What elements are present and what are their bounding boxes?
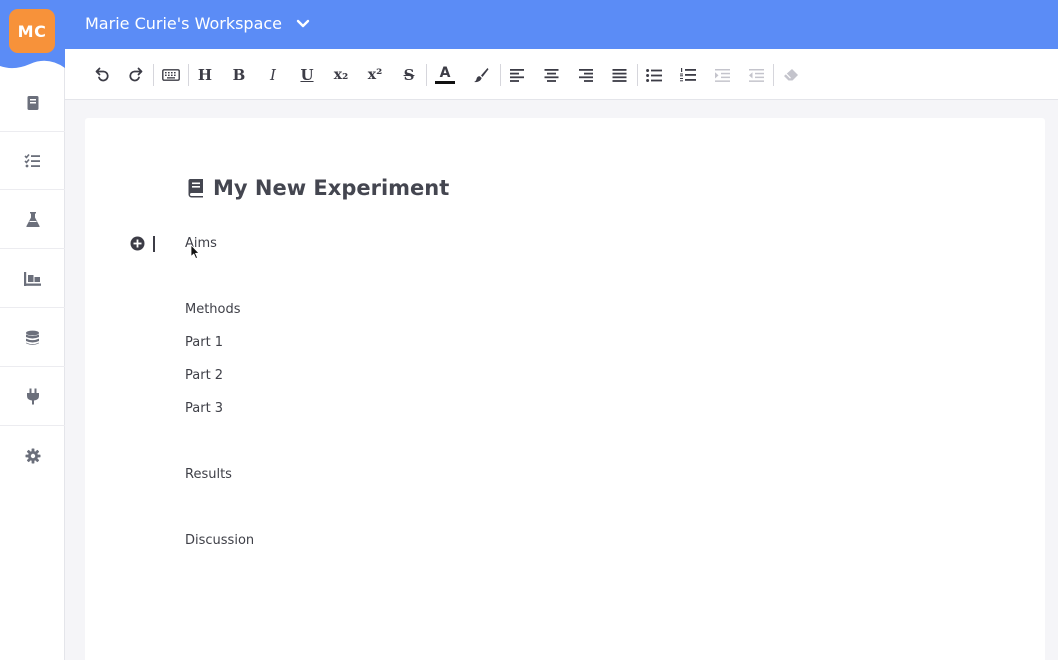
sidebar-item-integrations[interactable] — [0, 368, 65, 426]
flask-icon — [25, 212, 40, 227]
workspace-switcher[interactable]: Marie Curie's Workspace — [85, 14, 310, 33]
redo-icon — [129, 67, 143, 82]
subscript-button[interactable]: x₂ — [328, 62, 354, 88]
document-title[interactable]: My New Experiment — [187, 176, 449, 200]
indent-button[interactable] — [709, 62, 735, 88]
highlight-button[interactable] — [468, 62, 494, 88]
document-title-text: My New Experiment — [213, 176, 450, 200]
numbered-list-button[interactable] — [675, 62, 701, 88]
book-icon — [27, 95, 38, 110]
add-block-button[interactable] — [130, 236, 145, 255]
document-line-discussion[interactable]: Discussion — [185, 533, 254, 548]
toolbar-divider — [500, 64, 501, 86]
eraser-icon — [784, 69, 798, 81]
clear-formatting-button[interactable] — [778, 62, 804, 88]
chevron-down-icon — [296, 19, 310, 27]
bulleted-list-button[interactable] — [641, 62, 667, 88]
document-line-part-3[interactable]: Part 3 — [185, 401, 223, 416]
font-color-button[interactable]: A — [432, 62, 458, 88]
document-line-methods[interactable]: Methods — [185, 302, 241, 317]
superscript-button[interactable]: x² — [362, 62, 388, 88]
align-right-button[interactable] — [572, 62, 598, 88]
align-left-button[interactable] — [504, 62, 530, 88]
undo-icon — [95, 67, 109, 82]
database-icon — [26, 330, 39, 345]
strikethrough-button[interactable]: S — [396, 62, 422, 88]
mouse-pointer-icon — [190, 244, 200, 260]
undo-button[interactable] — [89, 62, 115, 88]
keyboard-button[interactable] — [158, 62, 184, 88]
italic-button[interactable]: I — [260, 62, 286, 88]
align-justify-icon — [612, 68, 626, 82]
align-center-icon — [544, 68, 558, 82]
align-left-icon — [509, 68, 524, 82]
keyboard-icon — [162, 69, 180, 81]
sidebar-item-tasks[interactable] — [0, 132, 65, 190]
indent-icon — [714, 68, 730, 82]
gear-icon — [25, 448, 40, 464]
align-center-button[interactable] — [538, 62, 564, 88]
sidebar-item-database[interactable] — [0, 309, 65, 367]
bold-button[interactable]: B — [226, 62, 252, 88]
sidebar-item-inventory[interactable] — [0, 250, 65, 308]
underline-button[interactable]: U — [294, 62, 320, 88]
bulleted-list-icon — [646, 68, 662, 82]
numbered-list-icon — [680, 68, 696, 82]
outdent-button[interactable] — [743, 62, 769, 88]
toolbar-divider — [153, 64, 154, 86]
toolbar-divider — [773, 64, 774, 86]
paint-brush-icon — [474, 68, 489, 83]
workspace-name: Marie Curie's Workspace — [85, 14, 283, 33]
document-line-results[interactable]: Results — [185, 467, 232, 482]
text-caret — [153, 236, 155, 252]
outdent-icon — [748, 68, 764, 82]
sidebar — [0, 49, 65, 660]
user-avatar[interactable]: MC — [9, 9, 55, 53]
align-justify-button[interactable] — [606, 62, 632, 88]
sidebar-item-notebook[interactable] — [0, 74, 65, 132]
plug-icon — [26, 388, 39, 405]
redo-button[interactable] — [123, 62, 149, 88]
plus-circle-icon — [130, 236, 145, 251]
toolbar-divider — [188, 64, 189, 86]
heading-button[interactable]: H — [192, 62, 218, 88]
sidebar-item-settings[interactable] — [0, 427, 65, 485]
align-right-icon — [578, 68, 593, 82]
document-line-part-1[interactable]: Part 1 — [185, 335, 223, 350]
document-line-part-2[interactable]: Part 2 — [185, 368, 223, 383]
font-color-label: A — [439, 65, 451, 81]
editor-toolbar: H B I U x₂ x² S A — [65, 49, 1058, 100]
sidebar-item-experiments[interactable] — [0, 191, 65, 249]
toolbar-divider — [426, 64, 427, 86]
font-color-swatch — [435, 81, 455, 84]
book-icon — [188, 179, 203, 198]
toolbar-divider — [637, 64, 638, 86]
warehouse-icon — [24, 271, 41, 286]
checklist-icon — [24, 153, 40, 168]
